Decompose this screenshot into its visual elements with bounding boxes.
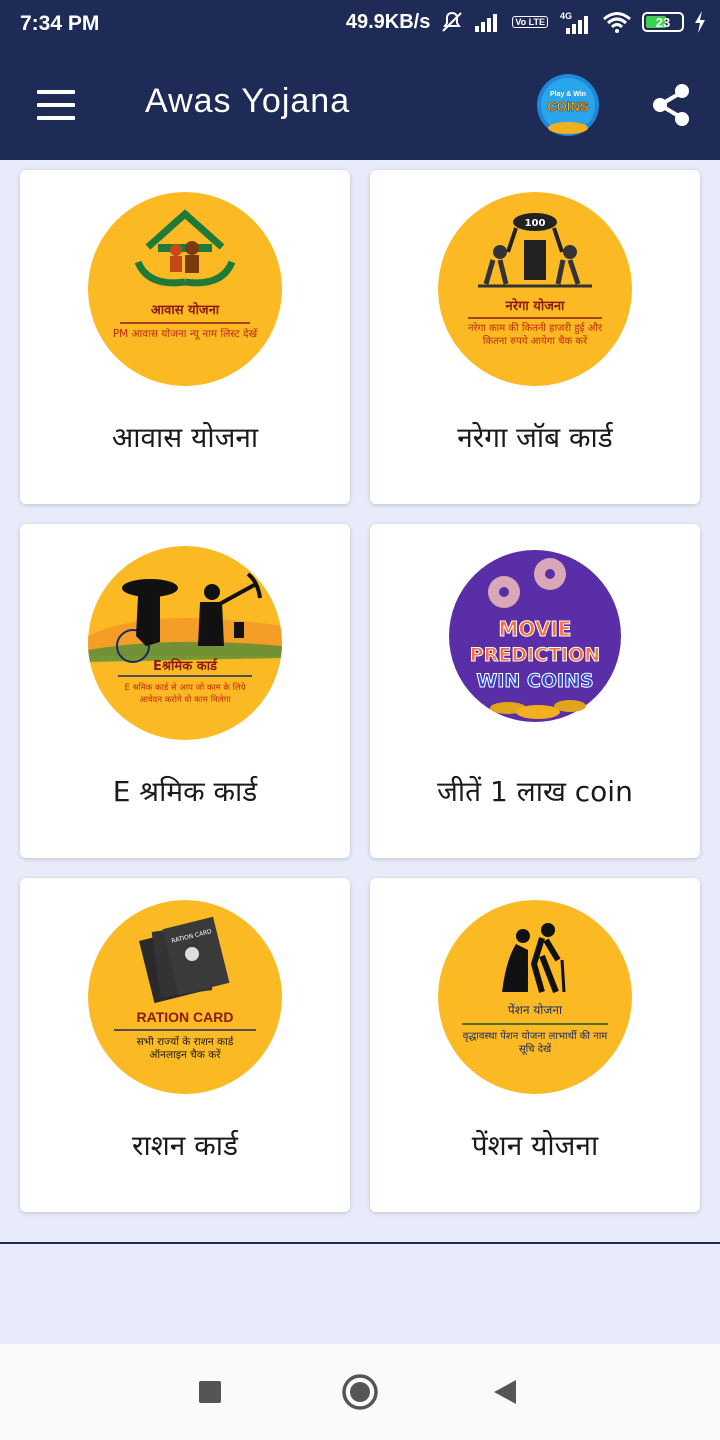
- pension-image: पेंशन योजना वृद्धावस्था पेंशन योजना लाभा…: [438, 900, 632, 1094]
- pension-badge-text: वृद्धावस्था पेंशन योजना लाभार्थी की नाम …: [462, 1031, 608, 1055]
- share-button[interactable]: [650, 82, 694, 128]
- card-label: जीतें 1 लाख coin: [437, 775, 633, 808]
- menu-icon-bar: [37, 116, 75, 120]
- awas-badge-text: PM आवास योजना न्यू नाम लिस्ट देखें: [112, 328, 258, 340]
- card-pension-yojana[interactable]: पेंशन योजना वृद्धावस्था पेंशन योजना लाभा…: [370, 878, 700, 1212]
- ration-badge-text: सभी राज्यों के राशन कार्ड ऑनलाइन चैक करे…: [136, 1036, 234, 1061]
- narega-badge-title: नरेगा योजना: [505, 298, 566, 314]
- pension-badge-title: पेंशन योजना: [508, 1003, 563, 1017]
- content-divider: [0, 1242, 720, 1244]
- movie-line3: WIN COINS: [476, 670, 593, 692]
- app-bar: Awas Yojana Play & Win COINS: [0, 52, 720, 160]
- app-title: Awas Yojana: [145, 82, 351, 120]
- back-button[interactable]: [486, 1372, 526, 1412]
- menu-icon-bar: [37, 103, 75, 107]
- battery-icon: 23: [642, 12, 684, 32]
- menu-button[interactable]: [34, 86, 78, 126]
- movie-line1: MOVIE: [499, 617, 572, 641]
- wifi-icon: [602, 11, 632, 33]
- coins-badge-top: Play & Win: [550, 91, 586, 98]
- movie-prediction-image: MOVIE PREDICTION WIN COINS: [438, 546, 632, 740]
- awas-badge-title: आवास योजना: [151, 302, 220, 318]
- card-e-shramik[interactable]: Eश्रमिक कार्ड E श्रमिक कार्ड से आप जो का…: [20, 524, 350, 858]
- awas-yojana-image: आवास योजना PM आवास योजना न्यू नाम लिस्ट …: [88, 192, 282, 386]
- card-label: राशन कार्ड: [132, 1129, 238, 1162]
- system-nav-bar: [0, 1344, 720, 1440]
- mute-icon: [440, 11, 464, 33]
- menu-icon-bar: [37, 90, 75, 94]
- signal-icon: [474, 12, 502, 32]
- share-icon: [653, 84, 689, 126]
- menu-grid: आवास योजना PM आवास योजना न्यू नाम लिस्ट …: [20, 170, 700, 1214]
- network-speed: 49.9KB/s: [345, 10, 431, 33]
- card-label: नरेगा जॉब कार्ड: [457, 421, 613, 454]
- ration-card-image: RATION CARD RATION CARD सभी राज्यों के र…: [88, 900, 282, 1094]
- charging-icon: [694, 11, 706, 33]
- card-ration-card[interactable]: RATION CARD RATION CARD सभी राज्यों के र…: [20, 878, 350, 1212]
- card-label: पेंशन योजना: [471, 1129, 599, 1162]
- ration-badge-title: RATION CARD: [137, 1009, 234, 1025]
- back-icon: [494, 1380, 516, 1404]
- e-shramik-badge-text: E श्रमिक कार्ड से आप जो काम के लिये आवेद…: [124, 683, 246, 705]
- coins-badge-main: COINS: [547, 99, 589, 114]
- movie-line2: PREDICTION: [470, 644, 600, 666]
- signal-4g-label: 4G: [560, 11, 572, 21]
- home-button[interactable]: [340, 1372, 380, 1412]
- card-label: आवास योजना: [111, 421, 259, 454]
- card-label: E श्रमिक कार्ड: [112, 775, 258, 808]
- card-awas-yojana[interactable]: आवास योजना PM आवास योजना न्यू नाम लिस्ट …: [20, 170, 350, 504]
- narega-image: 100 नरेगा योजना नरेगा काम की कितनी हाजरी…: [438, 192, 632, 386]
- card-movie-prediction[interactable]: MOVIE PREDICTION WIN COINS जीतें 1 लाख c…: [370, 524, 700, 858]
- recents-icon: [199, 1381, 221, 1403]
- e-shramik-badge-title: Eश्रमिक कार्ड: [153, 658, 218, 674]
- narega-badge-text: नरेगा काम की कितनी हाजरी हुई और कितना रु…: [467, 323, 603, 347]
- status-bar: 7:34 PM 49.9KB/s Vo LTE 4G 23: [0, 0, 720, 52]
- status-icons: 49.9KB/s Vo LTE 4G 23: [346, 10, 706, 34]
- card-narega-job-card[interactable]: 100 नरेगा योजना नरेगा काम की कितनी हाजरी…: [370, 170, 700, 504]
- e-shramik-image: Eश्रमिक कार्ड E श्रमिक कार्ड से आप जो का…: [88, 546, 282, 740]
- home-icon: [342, 1374, 378, 1410]
- status-time: 7:34 PM: [20, 12, 100, 35]
- play-win-coins-button[interactable]: Play & Win COINS: [537, 74, 599, 136]
- recents-button[interactable]: [190, 1372, 230, 1412]
- narega-badge-number: 100: [525, 218, 546, 229]
- battery-level: 23: [655, 14, 671, 30]
- signal-4g-icon: 4G: [558, 10, 592, 34]
- volte-icon: Vo LTE: [512, 16, 548, 28]
